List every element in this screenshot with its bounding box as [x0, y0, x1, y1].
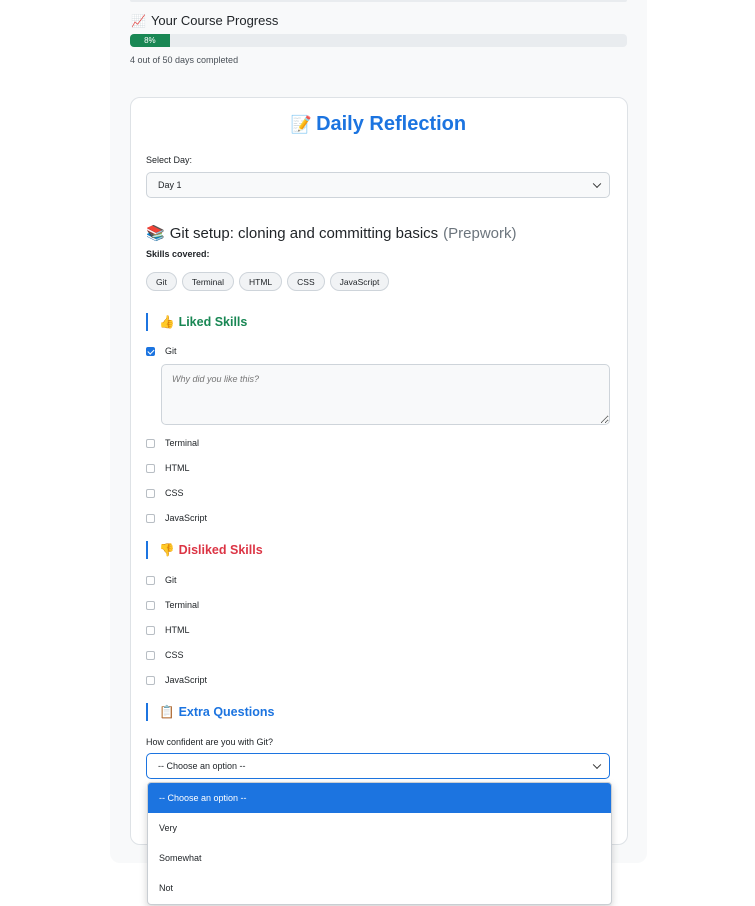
skills-covered-label: Skills covered: — [146, 249, 210, 259]
extra-questions-heading: 📋 Extra Questions — [146, 703, 274, 721]
checkbox[interactable] — [146, 488, 155, 498]
checkbox[interactable] — [146, 575, 155, 585]
liked-skill-css[interactable]: CSS — [146, 488, 184, 498]
liked-reason-textarea[interactable] — [161, 364, 610, 425]
liked-skill-html[interactable]: HTML — [146, 463, 190, 473]
liked-skill-git[interactable]: Git — [146, 346, 177, 356]
thumbs-down-icon: 👎 — [159, 542, 175, 557]
checkbox[interactable] — [146, 675, 155, 685]
lesson-title-text: Git setup: cloning and committing basics — [169, 224, 439, 242]
clipboard-icon: 📋 — [159, 704, 175, 719]
day-select-label: Select Day: — [146, 155, 193, 165]
checkbox[interactable] — [146, 346, 155, 356]
progress-fill: 8% — [130, 34, 170, 47]
checkbox-label: Terminal — [165, 438, 200, 448]
option-choose[interactable]: -- Choose an option -- — [148, 783, 611, 813]
checkbox-label: JavaScript — [165, 513, 208, 523]
progress-title: 📈 Your Course Progress — [131, 13, 278, 28]
checkbox[interactable] — [146, 600, 155, 610]
progress-bar: 8% — [130, 34, 627, 47]
checkbox-label: JavaScript — [165, 675, 208, 685]
liked-skills-heading: 👍 Liked Skills — [146, 313, 247, 331]
day-select[interactable]: Day 1 — [146, 172, 610, 198]
top-divider — [130, 0, 627, 2]
chart-icon: 📈 — [131, 13, 146, 28]
checkbox[interactable] — [146, 625, 155, 635]
option-very[interactable]: Very — [148, 813, 611, 843]
checkbox-label: CSS — [165, 650, 184, 660]
progress-caption: 4 out of 50 days completed — [130, 55, 239, 65]
liked-skill-javascript[interactable]: JavaScript — [146, 513, 207, 523]
skill-chip: JavaScript — [329, 272, 390, 291]
checkbox[interactable] — [146, 513, 155, 523]
disliked-skill-css[interactable]: CSS — [146, 650, 184, 660]
skill-chip: CSS — [287, 272, 325, 291]
extra-questions-title: Extra Questions — [178, 705, 275, 719]
option-somewhat[interactable]: Somewhat — [148, 843, 611, 873]
confidence-select-value: -- Choose an option -- — [158, 761, 246, 771]
lesson-title: 📚 Git setup: cloning and committing basi… — [146, 224, 517, 243]
checkbox[interactable] — [146, 438, 155, 448]
reflection-card — [130, 97, 628, 845]
lesson-tag: (Prepwork) — [443, 224, 517, 242]
skill-chip: Terminal — [181, 272, 234, 291]
checkbox-label: CSS — [165, 488, 184, 498]
checkbox-label: Terminal — [165, 600, 200, 610]
chevron-down-icon — [592, 760, 602, 770]
chevron-down-icon — [592, 179, 602, 189]
skill-chip: Git — [146, 272, 177, 291]
confidence-question: How confident are you with Git? — [146, 737, 274, 747]
disliked-skills-heading: 👎 Disliked Skills — [146, 541, 263, 559]
checkbox[interactable] — [146, 650, 155, 660]
option-not[interactable]: Not — [148, 873, 611, 903]
page-title-text: Daily Reflection — [316, 113, 467, 135]
confidence-select[interactable]: -- Choose an option -- — [146, 753, 610, 779]
checkbox-label: Git — [165, 575, 177, 585]
books-icon: 📚 — [146, 225, 165, 242]
disliked-skill-javascript[interactable]: JavaScript — [146, 675, 207, 685]
skill-chip: HTML — [239, 272, 283, 291]
thumbs-up-icon: 👍 — [159, 314, 175, 329]
liked-skills-title: Liked Skills — [178, 315, 248, 329]
checkbox-label: HTML — [165, 463, 190, 473]
progress-title-text: Your Course Progress — [150, 13, 279, 28]
memo-icon: 📝 — [290, 115, 313, 134]
checkbox-label: HTML — [165, 625, 190, 635]
page-title: 📝 Daily Reflection — [0, 113, 755, 136]
checkbox[interactable] — [146, 463, 155, 473]
liked-skill-terminal[interactable]: Terminal — [146, 438, 199, 448]
disliked-skill-html[interactable]: HTML — [146, 625, 190, 635]
disliked-skills-title: Disliked Skills — [178, 543, 263, 557]
disliked-skill-terminal[interactable]: Terminal — [146, 600, 199, 610]
confidence-options-list: -- Choose an option -- Very Somewhat Not — [147, 782, 612, 905]
disliked-skill-git[interactable]: Git — [146, 575, 177, 585]
day-select-value: Day 1 — [158, 180, 182, 190]
skills-list: Git Terminal HTML CSS JavaScript — [146, 272, 390, 291]
checkbox-label: Git — [165, 346, 177, 356]
